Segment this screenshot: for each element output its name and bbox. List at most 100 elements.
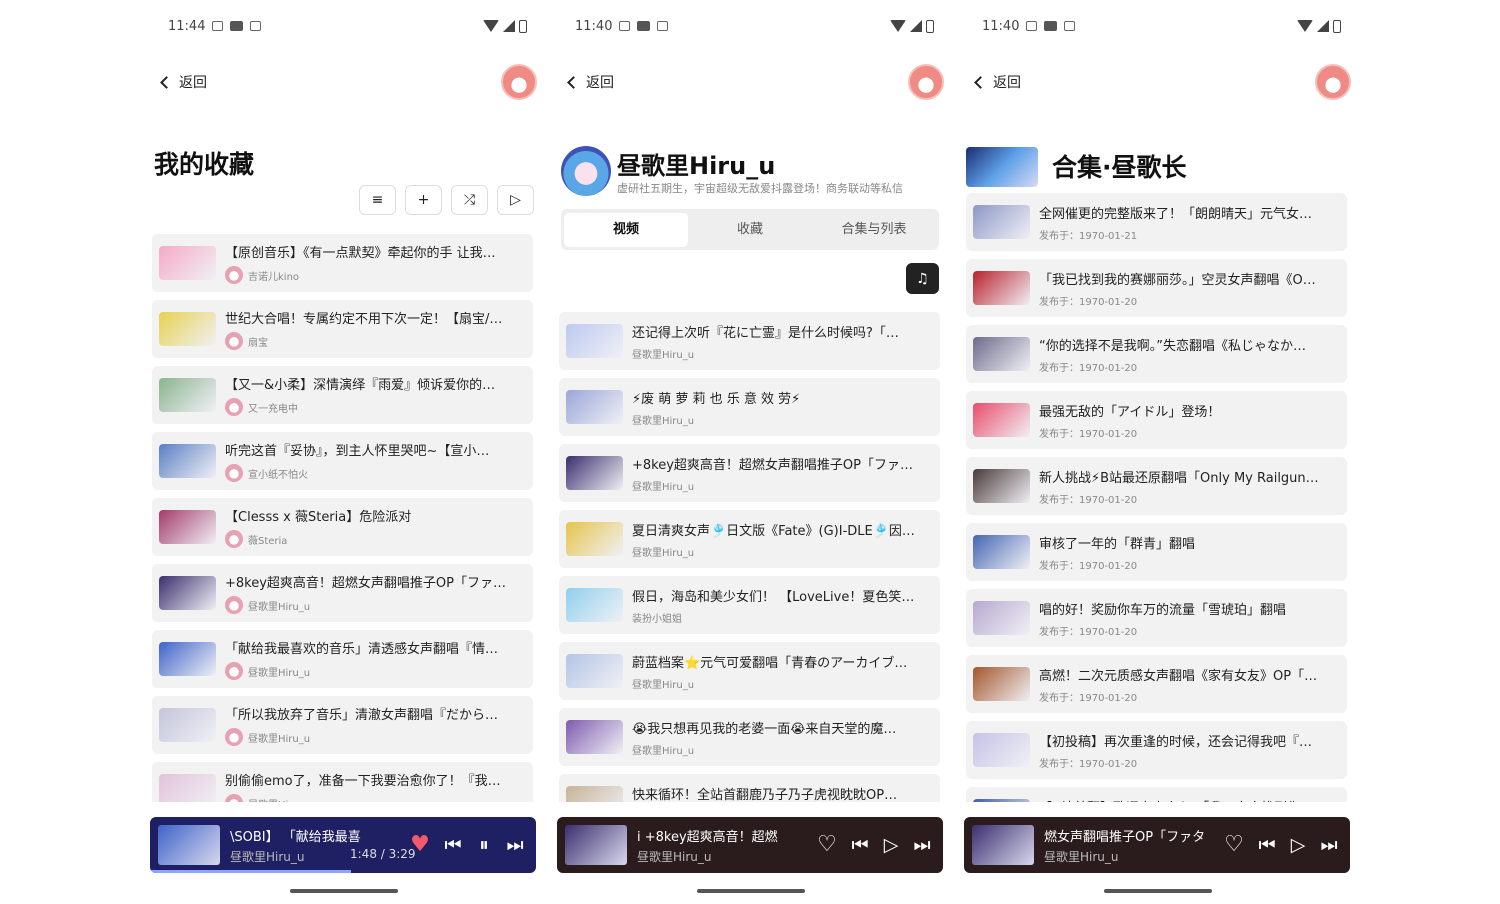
item-subtitle: 又一充电中 (225, 398, 523, 416)
tab-collections[interactable]: 合集与列表 (812, 213, 936, 247)
item-title: 听完这首『妥协』，到主人怀里哭吧~【宣小… (225, 444, 490, 459)
back-button[interactable]: 返回 (972, 72, 1021, 92)
user-avatar[interactable] (501, 64, 537, 100)
publish-date: 发布于：1970-01-20 (1039, 494, 1138, 506)
list-item[interactable]: 【初投稿】再次重逢的时候，还会记得我吧『… 发布于：1970-01-20 (966, 721, 1347, 779)
list-item[interactable]: 【原创音乐】《有一点默契》牵起你的手 让我… 吉诺儿kino (152, 234, 533, 292)
list-item[interactable]: +8key超爽高音！超燃女声翻唱推子OP「ファ… 昼歌里Hiru_u (559, 444, 940, 502)
music-note-button[interactable]: ♫ (906, 263, 939, 294)
item-info: 蔚蓝档案⭐元气可爱翻唱「青春のアーカイブ… 昼歌里Hiru_u (632, 652, 940, 691)
back-button[interactable]: 返回 (158, 72, 207, 92)
collection-screen: 11:40 返回 合集·昼歌长 全网催更的完整版来了！「朗朗晴天」元气女… 发布于… (954, 0, 1361, 904)
list-item[interactable]: 蔚蓝档案⭐元气可爱翻唱「青春のアーカイブ… 昼歌里Hiru_u (559, 642, 940, 700)
author-name: 宣小纸不怕火 (248, 469, 308, 481)
like-icon[interactable]: ♡ (1223, 834, 1245, 856)
list-item[interactable]: 「献给我最喜欢的音乐」清透感女声翻唱『情… 昼歌里Hiru_u (152, 630, 533, 688)
collection-cover (966, 147, 1038, 187)
mini-player[interactable]: 燃女声翻唱推子OP「ファタ 昼歌里Hiru_u ♡ ⏮ ▷ ⏭ (964, 817, 1350, 873)
back-button[interactable]: 返回 (565, 72, 614, 92)
list-item[interactable]: 【Clesss x 薇Steria】危险派对 薇Steria (152, 498, 533, 556)
profile-tabs: 视频 收藏 合集与列表 (561, 209, 939, 250)
item-info: +8key超爽高音！超燃女声翻唱推子OP「ファ… 昼歌里Hiru_u (225, 572, 533, 614)
now-playing-title: 燃女声翻唱推子OP「ファタ (1044, 829, 1206, 845)
mini-player[interactable]: \SOBI】 「献给我最喜 昼歌里Hiru_u 1:48 / 3:29 ♥ ⏮ ⏸ ⏭ (150, 817, 536, 873)
item-title: 快来循环！全站首翻鹿乃子乃子虎视眈眈OP… (632, 787, 898, 803)
list-item[interactable]: 还记得上次听『花に亡霊』是什么时候吗?「… 昼歌里Hiru_u (559, 312, 940, 370)
add-button[interactable]: + (405, 185, 442, 215)
author-avatar (225, 596, 243, 614)
status-time: 11:40 (575, 18, 613, 34)
app-icon (250, 21, 262, 31)
list-item[interactable]: 审核了一年的「群青」翻唱 发布于：1970-01-20 (966, 523, 1347, 581)
video-thumbnail (566, 324, 623, 358)
chevron-left-icon (567, 75, 580, 89)
list-item[interactable]: 新人挑战⚡B站最还原翻唱「Only My Railgun… 发布于：1970-01… (966, 457, 1347, 515)
next-icon[interactable]: ⏭ (1320, 835, 1338, 855)
list-item[interactable]: 😭我只想再见我的老婆一面😭来自天堂的魔… 昼歌里Hiru_u (559, 708, 940, 766)
list-item[interactable]: 高燃！二次元质感女声翻唱《家有女友》OP「… 发布于：1970-01-20 (966, 655, 1347, 713)
tab-videos[interactable]: 视频 (564, 212, 688, 247)
next-icon[interactable]: ⏭ (913, 835, 931, 855)
play-all-button[interactable]: ▷ (497, 185, 534, 215)
list-item[interactable]: “你的选择不是我啊。”失恋翻唱《私じゃなか… 发布于：1970-01-20 (966, 325, 1347, 383)
home-indicator[interactable] (1104, 889, 1212, 893)
item-info: 「所以我放弃了音乐」清澈女声翻唱『だから… 昼歌里Hiru_u (225, 704, 533, 746)
author-avatar (225, 464, 243, 482)
now-playing-artist: 昼歌里Hiru_u (1044, 849, 1119, 864)
mini-player[interactable]: i +8key超爽高音！超燃 昼歌里Hiru_u ♡ ⏮ ▷ ⏭ (557, 817, 943, 873)
status-time: 11:40 (982, 18, 1020, 34)
author-avatar (225, 398, 243, 416)
notification-icon (212, 21, 224, 31)
list-item[interactable]: ⚡废 萌 萝 莉 也 乐 意 效 劳⚡ 昼歌里Hiru_u (559, 378, 940, 436)
author-name: 扇宝 (248, 337, 268, 349)
home-indicator[interactable] (697, 889, 805, 893)
favorites-list: 【原创音乐】《有一点默契》牵起你的手 让我… 吉诺儿kino 世纪大合唱！专属约定不… (152, 234, 533, 802)
publish-date: 发布于：1970-01-21 (1039, 230, 1138, 242)
author-avatar (225, 530, 243, 548)
list-item[interactable]: 最强无敌的「アイドル」登场！ 发布于：1970-01-20 (966, 391, 1347, 449)
list-item[interactable]: 快来循环！全站首翻鹿乃子乃子虎视眈眈OP…昼歌里Hiru_u (559, 774, 940, 802)
item-title: 蔚蓝档案⭐元气可爱翻唱「青春のアーカイブ… (632, 655, 908, 671)
next-icon[interactable]: ⏭ (506, 835, 524, 855)
list-item[interactable]: 「所以我放弃了音乐」清澈女声翻唱『だから… 昼歌里Hiru_u (152, 696, 533, 754)
user-avatar[interactable] (1315, 64, 1351, 100)
wifi-icon (483, 20, 499, 32)
list-item[interactable]: 全网催更的完整版来了！「朗朗晴天」元气女… 发布于：1970-01-21 (966, 193, 1347, 251)
list-item[interactable]: 【B站首翻】歌词直击人心!「我一定会找到你…发布于：1970-01-20 (966, 787, 1347, 802)
like-icon[interactable]: ♡ (816, 834, 838, 856)
list-item[interactable]: +8key超爽高音！超燃女声翻唱推子OP「ファ… 昼歌里Hiru_u (152, 564, 533, 622)
user-avatar[interactable] (908, 64, 944, 100)
home-indicator[interactable] (290, 889, 398, 893)
pause-icon[interactable]: ⏸ (475, 835, 493, 855)
status-time: 11:44 (168, 18, 206, 34)
list-button[interactable]: ≡ (359, 185, 396, 215)
item-subtitle: 吉诺儿kino (225, 266, 523, 284)
favorites-screen: 11:44 返回 我的收藏 ≡ + ⤮ ▷ 【原创音乐】《有一点默契》牵起你的手… (140, 0, 547, 904)
video-thumbnail (973, 337, 1030, 371)
list-item[interactable]: 假日，海岛和美少女们！ 【LoveLive！夏色笑… 装扮小姐姐 (559, 576, 940, 634)
list-item[interactable]: 【又一&小柔】深情演绎『雨爱』倾诉爱你的… 又一充电中 (152, 366, 533, 424)
author-name: 昼歌里Hiru_u (248, 796, 310, 803)
list-item[interactable]: 听完这首『妥协』，到主人怀里哭吧~【宣小… 宣小纸不怕火 (152, 432, 533, 490)
publish-date: 发布于：1970-01-20 (1039, 362, 1138, 374)
previous-icon[interactable]: ⏮ (1258, 835, 1276, 855)
list-item[interactable]: 世纪大合唱！专属约定不用下次一定！【扇宝/… 扇宝 (152, 300, 533, 358)
list-item[interactable]: 别偷偷emo了，准备一下我要治愈你了！『我… 昼歌里Hiru_u (152, 762, 533, 802)
video-thumbnail (973, 271, 1030, 305)
play-icon[interactable]: ▷ (882, 835, 900, 855)
list-item[interactable]: 「我已找到我的赛娜丽莎。」空灵女声翻唱《O… 发布于：1970-01-20 (966, 259, 1347, 317)
playback-progress-bar[interactable] (150, 870, 351, 873)
previous-icon[interactable]: ⏮ (444, 835, 462, 855)
tab-favorites[interactable]: 收藏 (688, 213, 812, 247)
list-item[interactable]: 唱的好！奖励你车万的流量「雪琥珀」翻唱 发布于：1970-01-20 (966, 589, 1347, 647)
play-icon[interactable]: ▷ (1289, 835, 1307, 855)
item-info: 全网催更的完整版来了！「朗朗晴天」元气女… 发布于：1970-01-21 (1039, 203, 1347, 242)
list-item[interactable]: 夏日清爽女声🎐日文版《Fate》(G)I-DLE🎐因… 昼歌里Hiru_u (559, 510, 940, 568)
item-title: “你的选择不是我啊。”失恋翻唱《私じゃなか… (1039, 338, 1306, 354)
item-title: 😭我只想再见我的老婆一面😭来自天堂的魔… (632, 721, 897, 737)
item-title: ⚡废 萌 萝 莉 也 乐 意 效 劳⚡ (632, 391, 801, 407)
item-info: 世纪大合唱！专属约定不用下次一定！【扇宝/… 扇宝 (225, 308, 533, 350)
item-info: 夏日清爽女声🎐日文版《Fate》(G)I-DLE🎐因… 昼歌里Hiru_u (632, 520, 940, 559)
previous-icon[interactable]: ⏮ (851, 835, 869, 855)
shuffle-button[interactable]: ⤮ (451, 185, 488, 215)
